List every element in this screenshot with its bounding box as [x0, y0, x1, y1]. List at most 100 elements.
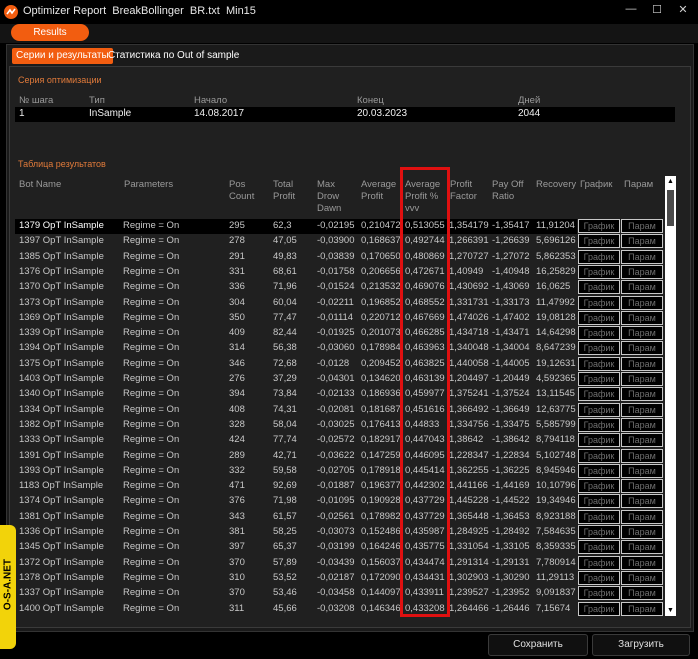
chart-button[interactable]: График: [578, 387, 620, 402]
table-row[interactable]: 1369 OpT InSample Regime = On 350 77,47 -0,0…: [15, 310, 663, 326]
maximize-button[interactable]: ☐: [648, 3, 666, 16]
params-button[interactable]: Парам: [621, 341, 663, 356]
table-row[interactable]: 1400 OpT InSample Regime = On 311 45,66 -0,0…: [15, 601, 663, 617]
table-row[interactable]: 1379 OpT InSample Regime = On 295 62,3 -0,02…: [15, 219, 663, 234]
params-button[interactable]: Парам: [621, 586, 663, 601]
results-button[interactable]: Results: [11, 24, 89, 41]
table-row[interactable]: 1403 OpT InSample Regime = On 276 37,29 -0,0…: [15, 372, 663, 387]
table-row[interactable]: 1397 OpT InSample Regime = On 278 47,05 -0,0…: [15, 234, 663, 249]
chart-button[interactable]: График: [578, 341, 620, 356]
cell-recovery: 13,11545: [536, 388, 575, 400]
params-button[interactable]: Парам: [621, 356, 663, 371]
params-button[interactable]: Парам: [621, 479, 663, 494]
table-row[interactable]: 1381 OpT InSample Regime = On 343 61,57 -0,0…: [15, 509, 663, 525]
table-row[interactable]: 1394 OpT InSample Regime = On 314 56,38 -0,0…: [15, 341, 663, 356]
chart-button[interactable]: График: [578, 417, 620, 432]
chart-button[interactable]: График: [578, 555, 620, 570]
cell-profit-factor: 1,204497: [449, 373, 489, 384]
chart-button[interactable]: График: [578, 372, 620, 386]
table-row[interactable]: 1374 OpT InSample Regime = On 376 71,98 -0,0…: [15, 494, 663, 509]
cell-max-drawdown: -0,01758: [317, 265, 355, 277]
params-button[interactable]: Парам: [621, 555, 663, 570]
params-button[interactable]: Парам: [621, 219, 663, 233]
cell-max-drawdown: -0,04301: [317, 373, 355, 384]
table-row[interactable]: 1340 OpT InSample Regime = On 394 73,84 -0,0…: [15, 387, 663, 402]
scroll-up-icon[interactable]: ▲: [665, 176, 676, 187]
cell-recovery: 8,647239: [536, 342, 576, 354]
chart-button[interactable]: График: [578, 448, 620, 463]
table-row[interactable]: 1370 OpT InSample Regime = On 336 71,96 -0,0…: [15, 280, 663, 295]
chart-button[interactable]: График: [578, 494, 620, 509]
vertical-scrollbar[interactable]: ▲ ▼: [665, 176, 676, 616]
params-button[interactable]: Парам: [621, 280, 663, 295]
table-row[interactable]: 1334 OpT InSample Regime = On 408 74,31 -0,0…: [15, 402, 663, 418]
chart-button[interactable]: График: [578, 479, 620, 494]
params-button[interactable]: Парам: [621, 433, 663, 448]
table-row[interactable]: 1378 OpT InSample Regime = On 310 53,52 -0,0…: [15, 570, 663, 586]
table-row[interactable]: 1339 OpT InSample Regime = On 409 82,44 -0,0…: [15, 326, 663, 341]
table-row[interactable]: 1375 OpT InSample Regime = On 346 72,68 -0,0…: [15, 356, 663, 372]
chart-button[interactable]: График: [578, 601, 620, 616]
params-button[interactable]: Парам: [621, 494, 663, 509]
results-bar: [0, 24, 698, 43]
params-button[interactable]: Парам: [621, 601, 663, 616]
chart-button[interactable]: График: [578, 570, 620, 585]
chart-button[interactable]: График: [578, 586, 620, 601]
params-button[interactable]: Парам: [621, 570, 663, 585]
chart-button[interactable]: График: [578, 219, 620, 233]
minimize-button[interactable]: —: [622, 3, 640, 15]
params-button[interactable]: Парам: [621, 387, 663, 402]
series-row[interactable]: 1 InSample 14.08.2017 20.03.2023 2044: [15, 107, 675, 122]
chart-button[interactable]: График: [578, 310, 620, 325]
chart-button[interactable]: График: [578, 540, 620, 555]
table-row[interactable]: 1373 OpT InSample Regime = On 304 60,04 -0,0…: [15, 295, 663, 311]
chart-button[interactable]: График: [578, 234, 620, 249]
params-button[interactable]: Парам: [621, 463, 663, 478]
load-button[interactable]: Загрузить: [592, 634, 690, 656]
params-button[interactable]: Парам: [621, 326, 663, 341]
params-button[interactable]: Парам: [621, 264, 663, 279]
scroll-down-icon[interactable]: ▼: [665, 605, 676, 616]
params-button[interactable]: Парам: [621, 509, 663, 524]
params-button[interactable]: Парам: [621, 310, 663, 325]
chart-button[interactable]: График: [578, 525, 620, 539]
params-button[interactable]: Парам: [621, 525, 663, 539]
save-button[interactable]: Сохранить: [488, 634, 588, 656]
cell-pos-count: 350: [229, 311, 245, 323]
tab-series-results[interactable]: Серии и результаты: [12, 48, 113, 64]
chart-button[interactable]: График: [578, 249, 620, 264]
chart-button[interactable]: График: [578, 326, 620, 341]
scroll-thumb[interactable]: [667, 190, 674, 226]
chart-button[interactable]: График: [578, 463, 620, 478]
params-button[interactable]: Парам: [621, 402, 663, 417]
close-button[interactable]: ✕: [674, 3, 692, 16]
table-row[interactable]: 1183 OpT InSample Regime = On 471 92,69 -0,0…: [15, 479, 663, 494]
params-button[interactable]: Парам: [621, 234, 663, 249]
chart-button[interactable]: График: [578, 433, 620, 448]
chart-button[interactable]: График: [578, 356, 620, 371]
cell-bot-name: 1382 OpT InSample: [19, 418, 104, 430]
params-button[interactable]: Парам: [621, 417, 663, 432]
cell-profit-factor: 1,430692: [449, 281, 489, 293]
params-button[interactable]: Парам: [621, 540, 663, 555]
table-row[interactable]: 1345 OpT InSample Regime = On 397 65,37 -0,0…: [15, 540, 663, 555]
table-row[interactable]: 1337 OpT InSample Regime = On 370 53,46 -0,0…: [15, 586, 663, 601]
params-button[interactable]: Парам: [621, 295, 663, 310]
table-row[interactable]: 1391 OpT InSample Regime = On 289 42,71 -0,0…: [15, 448, 663, 464]
table-row[interactable]: 1385 OpT InSample Regime = On 291 49,83 -0,0…: [15, 249, 663, 265]
chart-button[interactable]: График: [578, 509, 620, 524]
table-row[interactable]: 1382 OpT InSample Regime = On 328 58,04 -0,0…: [15, 417, 663, 433]
chart-button[interactable]: График: [578, 280, 620, 295]
params-button[interactable]: Парам: [621, 448, 663, 463]
table-row[interactable]: 1376 OpT InSample Regime = On 331 68,61 -0,0…: [15, 264, 663, 280]
tab-out-of-sample-stats[interactable]: Статистика по Out of sample: [104, 48, 243, 64]
params-button[interactable]: Парам: [621, 249, 663, 264]
chart-button[interactable]: График: [578, 264, 620, 279]
table-row[interactable]: 1336 OpT InSample Regime = On 381 58,25 -0,0…: [15, 525, 663, 540]
table-row[interactable]: 1372 OpT InSample Regime = On 370 57,89 -0,0…: [15, 555, 663, 571]
params-button[interactable]: Парам: [621, 372, 663, 386]
chart-button[interactable]: График: [578, 295, 620, 310]
table-row[interactable]: 1333 OpT InSample Regime = On 424 77,74 -0,0…: [15, 433, 663, 448]
table-row[interactable]: 1393 OpT InSample Regime = On 332 59,58 -0,0…: [15, 463, 663, 479]
chart-button[interactable]: График: [578, 402, 620, 417]
